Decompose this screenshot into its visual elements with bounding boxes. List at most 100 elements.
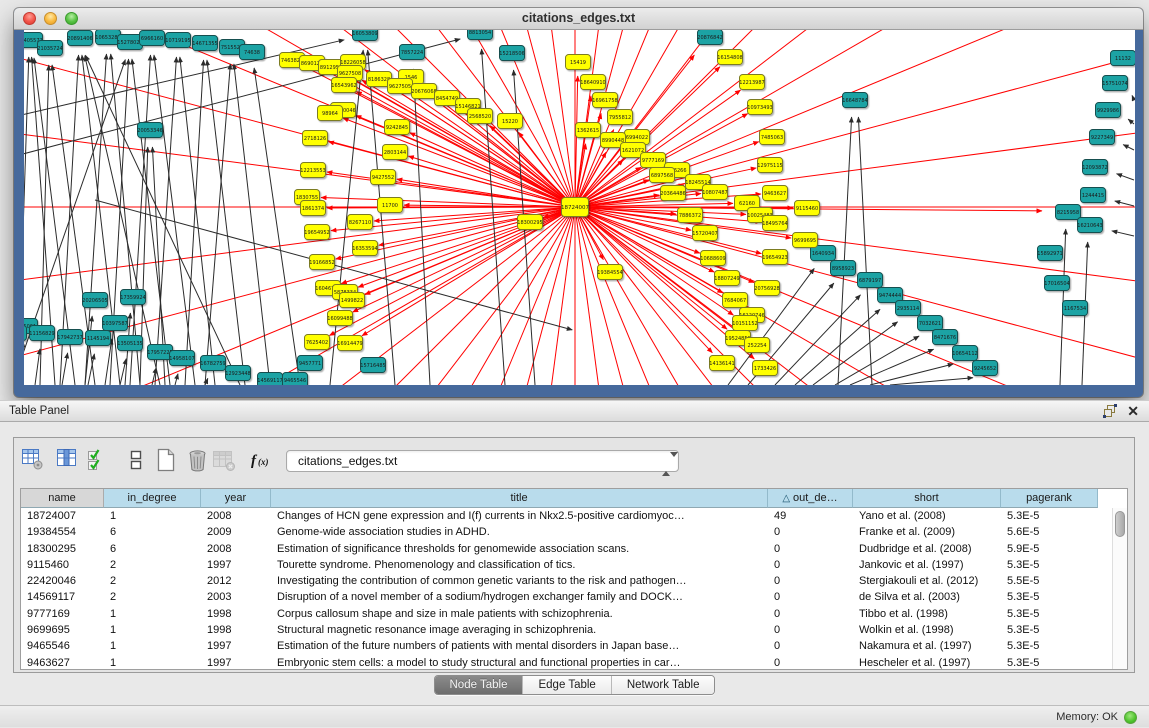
table-toolbar: f(x) citations_edges.txt <box>14 438 1134 484</box>
table-header-row: namein_degreeyeartitle△out_de…shortpager… <box>21 489 1127 508</box>
tab-node-table[interactable]: Node Table <box>435 676 523 694</box>
column-header-short[interactable]: short <box>853 489 1001 508</box>
window-titlebar[interactable]: citations_edges.txt <box>14 8 1143 30</box>
graph-node-label: 16053809 <box>352 31 377 37</box>
table-cell: 5.9E-5 <box>1001 541 1098 557</box>
table-settings-icon[interactable] <box>21 447 45 473</box>
table-cell: Tibbo et al. (1998) <box>853 606 1001 622</box>
graph-node-label: 18807249 <box>714 276 739 282</box>
minimize-window-button[interactable] <box>44 12 57 25</box>
table-cell: 2008 <box>201 508 271 524</box>
graph-node[interactable] <box>24 326 27 341</box>
new-table-icon[interactable] <box>154 447 178 473</box>
table-cell: 9115460 <box>21 557 104 573</box>
graph-node-label: 9227349 <box>1091 135 1113 141</box>
select-columns-icon[interactable] <box>86 447 110 473</box>
table-cell: Genome-wide association studies in ADHD. <box>271 524 768 540</box>
graph-node-label: 9115460 <box>796 206 818 212</box>
table-tab-bar: Node TableEdge TableNetwork Table <box>0 675 1149 695</box>
zoom-window-button[interactable] <box>65 12 78 25</box>
tab-network-table[interactable]: Network Table <box>611 676 715 694</box>
graph-node-label: 9777169 <box>642 158 664 164</box>
table-cell: 9465546 <box>21 638 104 654</box>
graph-node-label: 7032621 <box>919 321 941 327</box>
graph-node-label: 18300295 <box>517 220 542 226</box>
table-select-combobox[interactable]: citations_edges.txt <box>286 450 679 472</box>
table-row[interactable]: 2242004622012Investigating the contribut… <box>21 573 1127 589</box>
table-row[interactable]: 1938455462009Genome-wide association stu… <box>21 524 1127 540</box>
graph-node-label: 252254 <box>747 343 766 349</box>
memory-status-indicator[interactable] <box>1124 711 1137 724</box>
table-cell: 1998 <box>201 622 271 638</box>
graph-node-label: 2568520 <box>469 114 491 120</box>
table-row[interactable]: 969969511998Structural magnetic resonanc… <box>21 622 1127 638</box>
table-row[interactable]: 1830029562008Estimation of significance … <box>21 541 1127 557</box>
graph-node-label: 20891406 <box>67 36 92 42</box>
graph-node-label: 6966160 <box>141 36 163 42</box>
row-height-icon[interactable] <box>124 447 148 473</box>
combobox-stepper-icon <box>662 454 671 474</box>
tab-edge-table[interactable]: Edge Table <box>522 676 610 694</box>
graph-node-label: 2935114 <box>897 306 919 312</box>
column-header-in_degree[interactable]: in_degree <box>104 489 201 508</box>
table-row[interactable]: 946554611997Estimation of the future num… <box>21 638 1127 654</box>
table-cell: 2008 <box>201 541 271 557</box>
table-cell: Estimation of significance thresholds fo… <box>271 541 768 557</box>
delete-table-icon[interactable] <box>186 447 210 473</box>
scrollbar-thumb[interactable] <box>1115 511 1125 537</box>
table-cell: 14569117 <box>21 589 104 605</box>
graph-node-label: 14136141 <box>709 361 734 367</box>
table-cell: 2 <box>104 589 201 605</box>
table-cell: Jankovic et al. (1997) <box>853 557 1001 573</box>
float-window-icon[interactable] <box>1103 404 1117 418</box>
graph-node-label: 15419 <box>570 60 586 66</box>
graph-node-label: 9427552 <box>372 175 394 181</box>
graph-node-label: 20053346 <box>137 128 162 134</box>
table-cell: 1997 <box>201 655 271 670</box>
show-column-icon[interactable] <box>56 447 80 473</box>
table-cell: 2 <box>104 557 201 573</box>
graph-node-label: 12213987 <box>739 80 764 86</box>
table-cell: Stergiakouli et al. (2012) <box>853 573 1001 589</box>
table-row[interactable]: 1872400712008Changes of HCN gene express… <box>21 508 1127 524</box>
column-header-title[interactable]: title <box>271 489 768 508</box>
table-cell: 0 <box>768 655 853 670</box>
graph-node-label: 18226058 <box>340 60 365 66</box>
table-cell: 0 <box>768 606 853 622</box>
table-cell: 5.3E-5 <box>1001 557 1098 573</box>
table-container: f(x) citations_edges.txt namein_degreeye… <box>13 437 1135 673</box>
table-row[interactable]: 977716911998Corpus callosum shape and si… <box>21 606 1127 622</box>
table-cell: Hescheler et al. (1997) <box>853 655 1001 670</box>
table-body: 1872400712008Changes of HCN gene express… <box>21 508 1127 670</box>
graph-node-label: 15720407 <box>692 231 717 237</box>
table-cell: Nakamura et al. (1997) <box>853 638 1001 654</box>
close-panel-icon[interactable]: ✕ <box>1127 403 1139 419</box>
graph-node-label: 1145194 <box>87 336 109 342</box>
graph-node-label: 9242845 <box>386 125 408 131</box>
table-cell: 5.3E-5 <box>1001 606 1098 622</box>
table-cell: Investigating the contribution of common… <box>271 573 768 589</box>
network-window: citations_edges.txt 16405572210357242089… <box>14 8 1143 397</box>
table-cell: 0 <box>768 557 853 573</box>
graph-node-label: 6879197 <box>859 278 881 284</box>
column-header-pagerank[interactable]: pagerank <box>1001 489 1098 508</box>
network-canvas[interactable]: 1640557221035724208914061065328715278024… <box>24 30 1135 385</box>
table-cell: 1 <box>104 638 201 654</box>
sort-ascending-icon: △ <box>782 490 790 508</box>
table-row[interactable]: 1456911722003Disruption of a novel membe… <box>21 589 1127 605</box>
vertical-scrollbar[interactable] <box>1112 508 1127 669</box>
column-header-name[interactable]: name <box>21 489 104 508</box>
graph-node-label: 8215958 <box>1057 210 1079 216</box>
graph-node-label: 62160 <box>739 201 755 207</box>
graph-node-label: 6897568 <box>651 173 673 179</box>
graph-node-label: 1244415 <box>1082 193 1104 199</box>
table-cell: 5.6E-5 <box>1001 524 1098 540</box>
column-header-year[interactable]: year <box>201 489 271 508</box>
table-row[interactable]: 911546021997Tourette syndrome. Phenomeno… <box>21 557 1127 573</box>
close-window-button[interactable] <box>23 12 36 25</box>
graph-node-label: 7684067 <box>724 298 746 304</box>
column-header-out_de[interactable]: △out_de… <box>768 489 853 508</box>
function-builder-icon[interactable]: f(x) <box>249 447 273 473</box>
graph-node-label: 98964 <box>322 111 338 117</box>
table-row[interactable]: 946362711997Embryonic stem cells: a mode… <box>21 655 1127 670</box>
